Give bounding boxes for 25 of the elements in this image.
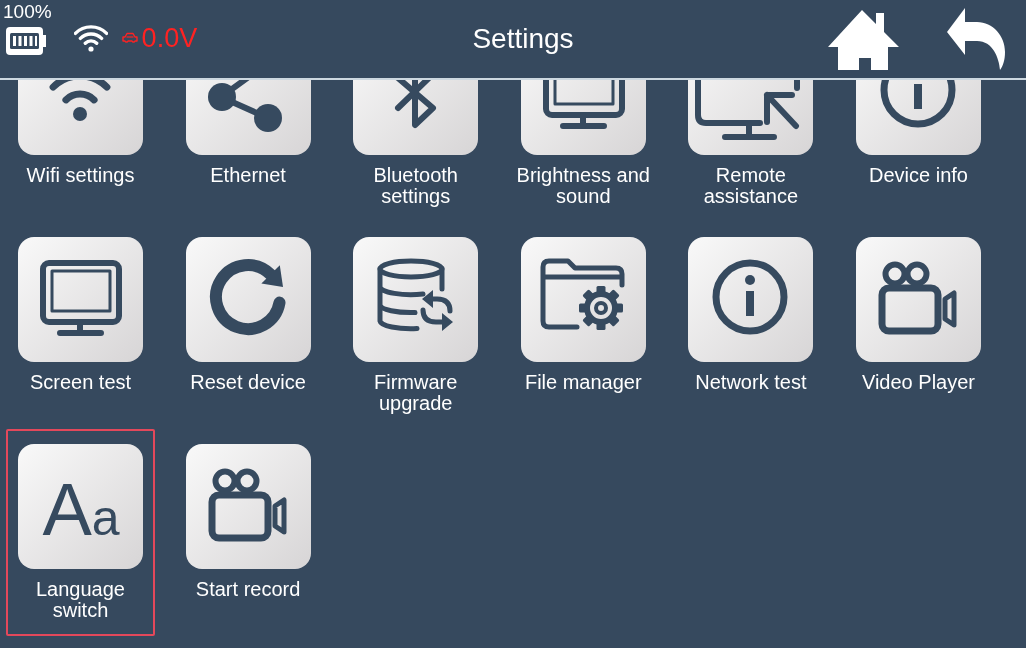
- car-icon: [121, 31, 138, 43]
- home-button[interactable]: [828, 10, 899, 70]
- settings-item[interactable]: Reset device: [173, 222, 323, 429]
- settings-item[interactable]: Bluetooth settings: [341, 80, 491, 222]
- back-button[interactable]: [947, 8, 1005, 70]
- settings-item[interactable]: Screen test: [6, 222, 155, 429]
- battery-icon: [6, 27, 46, 55]
- settings-item[interactable]: Video Player: [843, 222, 993, 429]
- settings-item[interactable]: Remote assistance: [676, 80, 826, 222]
- settings-item[interactable]: Aa Language switch: [6, 429, 155, 636]
- settings-item[interactable]: Network test: [676, 222, 826, 429]
- back-arrow-icon: [947, 8, 1005, 70]
- settings-item[interactable]: Brightness and sound: [508, 80, 658, 222]
- settings-item[interactable]: Device info: [843, 80, 993, 222]
- settings-item[interactable]: Ethernet: [173, 80, 323, 222]
- wifi-icon: [73, 24, 108, 52]
- settings-item[interactable]: File manager: [508, 222, 658, 429]
- battery-percent: 100%: [3, 2, 52, 22]
- voltage-reading: 0.0V: [141, 23, 198, 53]
- home-icon: [828, 10, 899, 70]
- settings-item[interactable]: Wifi settings: [6, 80, 155, 222]
- page-title: Settings: [471, 23, 574, 55]
- settings-item[interactable]: Start record: [173, 429, 323, 636]
- letters-icon: Aa: [18, 444, 143, 569]
- settings-item[interactable]: Firmware upgrade: [341, 222, 491, 429]
